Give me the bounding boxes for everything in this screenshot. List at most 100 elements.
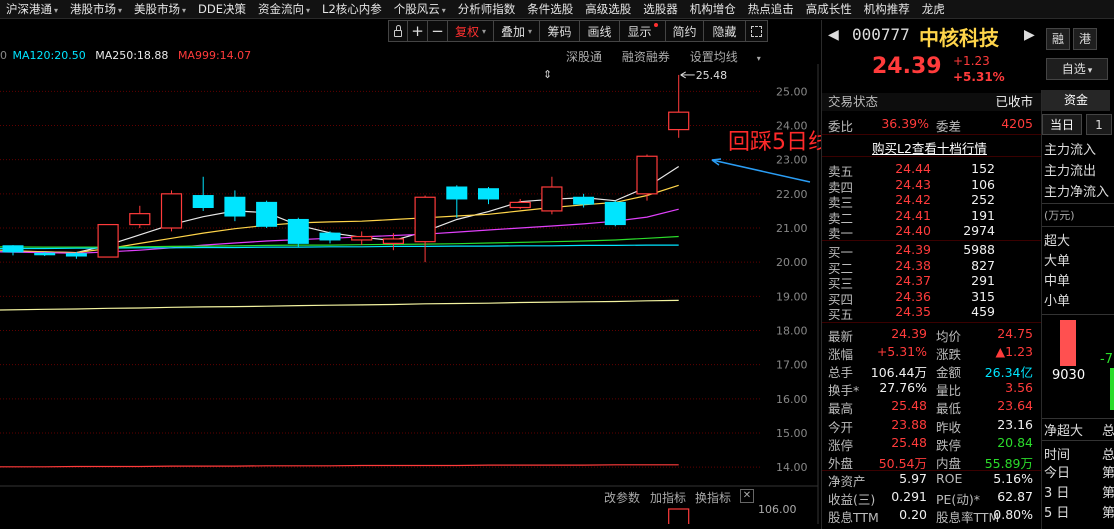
huaxian-button[interactable]: 画线 [580,20,620,42]
l2-link-row: 购买L2查看十档行情 [822,138,1041,157]
next-stock-icon[interactable]: ▶ [1024,27,1035,43]
tab-fund[interactable]: 资金 [1042,90,1110,111]
stat-value: 27.76% [879,380,927,396]
rong-button[interactable]: 融 [1046,28,1070,50]
menu-item-label: L2核心内参 [322,2,382,16]
stat-label-2: 均价 [936,329,962,344]
zoom-in-button[interactable]: + [408,20,428,42]
menu-item-10[interactable]: 选股器 [637,1,684,17]
fuquan-button[interactable]: 复权 ▾ [448,20,494,42]
menu-item-3[interactable]: DDE决策 [192,1,252,17]
shgt-link[interactable]: 深股通 [566,50,602,64]
menu-item-5[interactable]: L2核心内参 [316,1,388,17]
ma250-label: MA250:18.88 [95,49,169,62]
stat-value: 106.44万 [870,365,927,381]
add-indicator-link[interactable]: 加指标 [650,489,686,506]
stat-value-2: 0.80% [993,507,1033,522]
stat-label: 收益(三) [828,491,876,507]
tab-today[interactable]: 当日 [1042,114,1082,135]
xianshi-button[interactable]: 显示 [620,20,666,42]
menu-item-14[interactable]: 机构推荐 [858,1,916,17]
stat-row: 涨停 25.48 跌停 20.84 [822,434,1041,453]
fund-unit-label: (万元) [1044,209,1075,222]
stat-value: 0.291 [891,488,927,504]
stat-value: 25.48 [891,434,927,450]
candle-body-down [256,201,278,227]
menu-item-1[interactable]: 港股市场 ▾ [64,1,128,17]
menu-item-0[interactable]: 沪深港通 ▾ [0,1,64,17]
ma-legend: 0 MA120:20.50 MA250:18.88 MA999:14.07 [0,49,257,62]
ask-row[interactable]: 卖四 24.43 106 [822,176,1041,195]
ask-row[interactable]: 卖三 24.42 252 [822,192,1041,210]
order-size-item: 大单 [1044,254,1071,269]
ask-price: 24.43 [895,176,931,192]
bid-row[interactable]: 买一 24.39 5988 [822,242,1041,260]
stock-change: +1.23 [953,54,990,68]
stat-label: 净资产 [828,473,866,489]
bid-row[interactable]: 买五 24.35 459 [822,304,1041,322]
diejia-button[interactable]: 叠加 ▾ [494,20,540,42]
day-item-right: 第 [1102,506,1114,521]
quote-header: ◀ 000777 中核科技 ▶ 24.39 +1.23 +5.31% [822,20,1042,92]
candle-body-down [224,196,246,217]
chevron-down-icon: ▾ [756,54,761,63]
ask-volume: 2974 [963,223,995,239]
close-icon[interactable]: ✕ [740,489,754,503]
menu-item-label: 条件选股 [527,2,574,16]
bid-row[interactable]: 买二 24.38 827 [822,258,1041,276]
day-item: 5 日 [1044,506,1070,521]
gang-button[interactable]: 港 [1073,28,1097,50]
divider [822,156,1041,157]
zoom-out-button[interactable]: − [428,20,448,42]
ma-settings-link[interactable]: 设置均线 ▾ [690,50,777,64]
bid-row[interactable]: 买四 24.36 315 [822,289,1041,307]
fund-bar-negative [1110,368,1114,410]
candle-body-up [382,238,404,244]
weibi-label: 委比 [828,119,854,134]
ma-line-ma999 [0,464,679,468]
menu-item-9[interactable]: 高级选股 [579,1,637,17]
bid-row[interactable]: 买三 24.37 291 [822,273,1041,291]
candle-body-down [287,218,309,244]
kline-chart[interactable]: 25.0024.0023.0022.0021.0020.0019.0018.00… [0,64,820,524]
l2-link[interactable]: 购买L2查看十档行情 [872,138,987,157]
stat-value-2: 62.87 [997,488,1033,504]
prev-stock-icon[interactable]: ◀ [828,27,839,43]
chart-toolbar: + − 复权 ▾ 叠加 ▾ 筹码 画线 显示 简约 隐藏 [388,20,768,42]
menu-item-12[interactable]: 热点追击 [742,1,800,17]
menu-item-13[interactable]: 高成长性 [800,1,858,17]
menu-item-11[interactable]: 机构增仓 [684,1,742,17]
menu-item-6[interactable]: 个股风云 ▾ [388,1,452,17]
change-params-link[interactable]: 改参数 [604,489,640,506]
ask-row[interactable]: 卖二 24.41 191 [822,207,1041,226]
menu-item-2[interactable]: 美股市场 ▾ [128,1,192,17]
jianyue-button[interactable]: 简约 [666,20,704,42]
quote-panel: ◀ 000777 中核科技 ▶ 24.39 +1.23 +5.31% 交易状态 … [821,20,1041,529]
ask-row[interactable]: 卖一 24.40 2974 [822,223,1041,241]
candle-body-down [34,252,56,256]
plus-icon: + [411,22,424,40]
expand-button[interactable] [746,20,768,42]
tab-more[interactable]: 1 [1086,114,1112,135]
stat-label-2: PE(动)* [936,491,980,507]
chouma-button[interactable]: 筹码 [540,20,580,42]
stat-row: 净资产 5.97 ROE 5.16% [822,471,1041,489]
stock-name: 中核科技 [919,26,999,50]
ask-price: 24.41 [895,207,931,223]
zixuan-button[interactable]: 自选 ▾ [1046,58,1108,80]
ask-row[interactable]: 卖五 24.44 152 [822,161,1041,179]
fund-bar-value: 9030 [1052,368,1086,383]
volume-bar [668,508,690,524]
yincang-button[interactable]: 隐藏 [704,20,746,42]
menu-item-7[interactable]: 分析师指数 [452,1,522,17]
minus-icon: − [431,22,444,40]
menu-item-4[interactable]: 资金流向 ▾ [252,1,316,17]
notification-dot-icon [653,23,658,27]
candle-body-up [509,201,531,209]
order-size-item: 超大 [1044,234,1071,249]
menu-item-15[interactable]: 龙虎 [916,1,951,17]
switch-indicator-link[interactable]: 换指标 [695,489,731,506]
lock-button[interactable] [388,20,408,42]
menu-item-8[interactable]: 条件选股 [521,1,579,17]
rzrq-link[interactable]: 融资融券 [622,50,670,64]
